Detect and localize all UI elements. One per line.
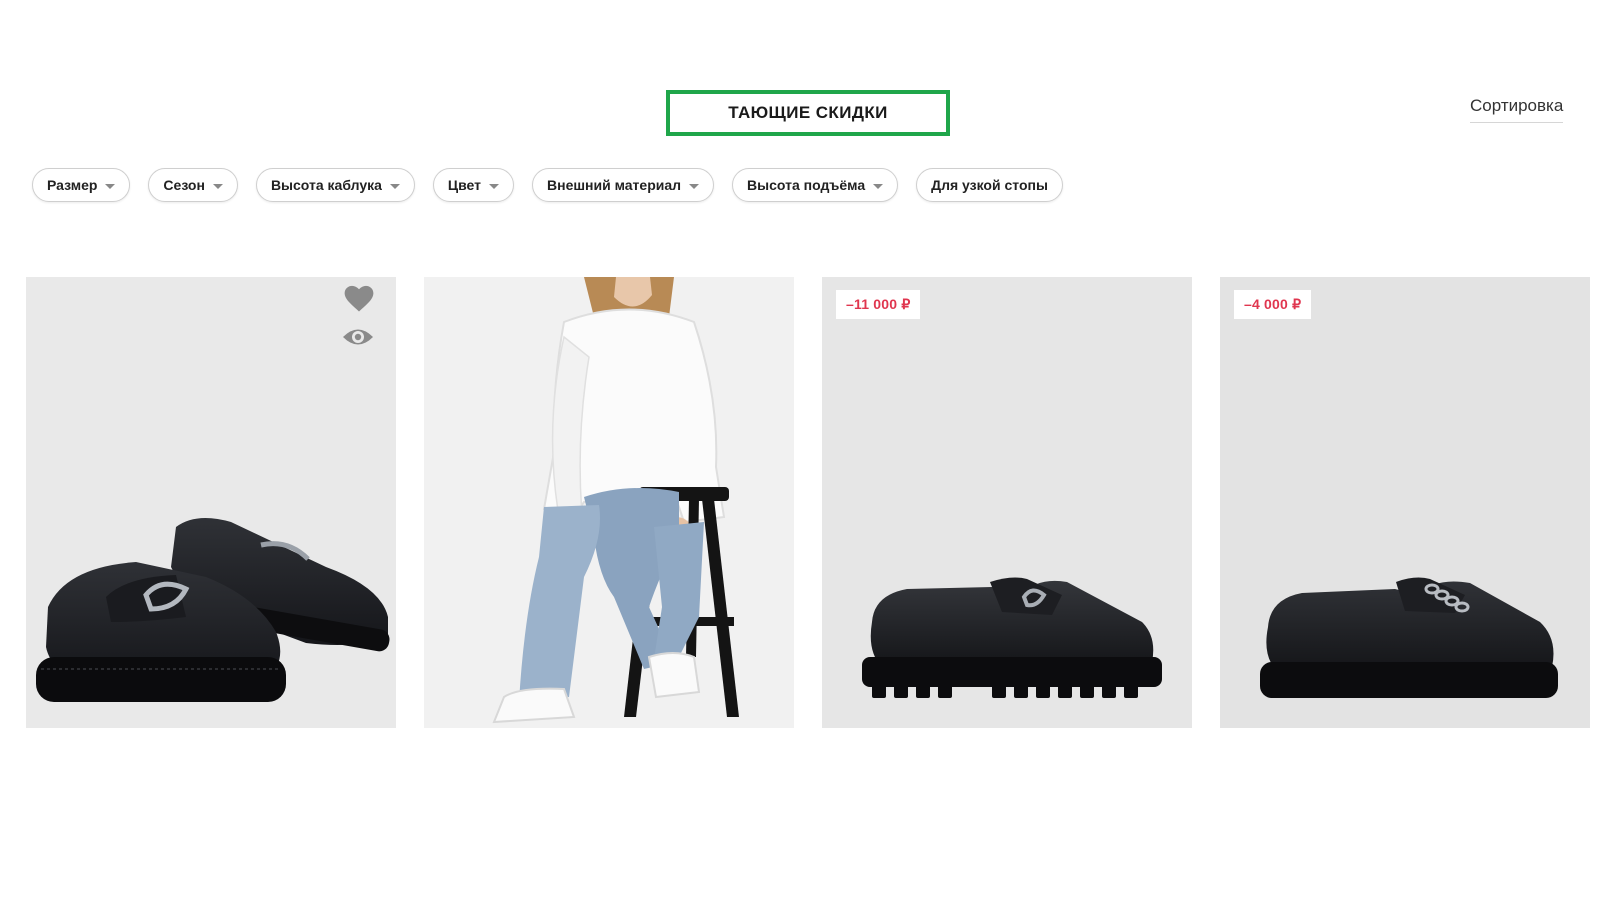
product-card[interactable] (26, 277, 396, 728)
chevron-down-icon (489, 183, 500, 189)
filter-label: Высота каблука (270, 177, 382, 193)
black-loafer-chain-side-view-image (1260, 577, 1558, 698)
filter-heel-height[interactable]: Высота каблука (255, 168, 415, 202)
filter-instep-height[interactable]: Высота подъёма (732, 168, 899, 202)
page-title: ТАЮЩИЕ СКИДКИ (728, 103, 888, 122)
sort-button[interactable]: Сортировка (1470, 96, 1564, 123)
filter-season[interactable]: Сезон (148, 168, 238, 202)
filter-label: Высота подъёма (747, 177, 866, 193)
black-loafers-pair-image (36, 518, 390, 702)
filter-bar: Размер Сезон Высота каблука Цвет Внешний… (32, 168, 1063, 202)
discount-badge: –11 000 ₽ (836, 290, 921, 319)
product-card[interactable] (424, 277, 794, 728)
eye-icon (343, 329, 373, 345)
heart-icon (344, 285, 374, 312)
model-wearing-white-sneakers-image (492, 277, 739, 724)
chevron-down-icon (212, 183, 223, 189)
product-card[interactable]: –4 000 ₽ (1220, 277, 1590, 728)
filter-color[interactable]: Цвет (432, 168, 515, 202)
filter-label: Сезон (163, 177, 205, 193)
filter-label: Цвет (447, 177, 482, 193)
chevron-down-icon (873, 183, 884, 189)
filter-label: Для узкой стопы (931, 177, 1048, 193)
product-card[interactable]: –11 000 ₽ (822, 277, 1192, 728)
quick-view-button[interactable] (342, 326, 374, 353)
chevron-down-icon (389, 183, 400, 189)
chevron-down-icon (105, 183, 116, 189)
page-title-box: ТАЮЩИЕ СКИДКИ (666, 90, 950, 136)
favorite-button[interactable] (344, 285, 374, 318)
black-loafer-side-view-image (862, 577, 1162, 698)
chevron-down-icon (689, 183, 700, 189)
filter-label: Размер (47, 177, 98, 193)
filter-narrow-foot[interactable]: Для узкой стопы (916, 168, 1063, 202)
discount-badge: –4 000 ₽ (1234, 290, 1312, 319)
filter-label: Внешний материал (547, 177, 682, 193)
filter-size[interactable]: Размер (32, 168, 131, 202)
filter-outer-material[interactable]: Внешний материал (532, 168, 715, 202)
